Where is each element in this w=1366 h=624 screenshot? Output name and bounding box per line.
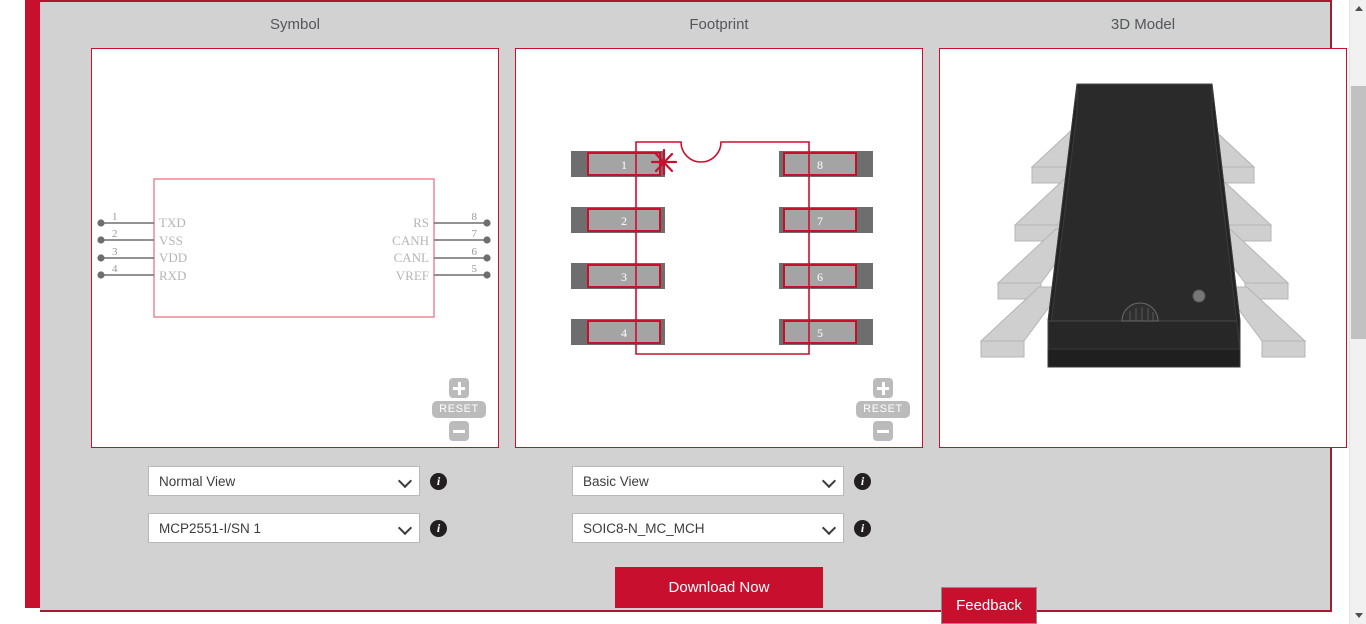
footprint-package-select[interactable]: SOIC8-N_MC_MCH [572, 513, 844, 543]
panel-header-symbol: Symbol [269, 16, 321, 33]
page-scrollbar[interactable] [1349, 0, 1366, 624]
footprint-view-info-icon[interactable]: i [854, 472, 871, 490]
zoom-reset-button[interactable]: RESET [432, 401, 486, 418]
footprint-package-info-icon[interactable]: i [854, 519, 871, 537]
symbol-pin-label: CANL [394, 250, 429, 265]
footprint-pad-number: 8 [817, 158, 823, 172]
footprint-package-select-row: SOIC8-N_MC_MCH i [572, 513, 871, 543]
symbol-viewer[interactable]: 1 2 3 4 TXD VSS VDD RXD 8 7 6 5 RS CANH … [91, 48, 499, 448]
symbol-pin-number: 6 [472, 246, 478, 258]
left-accent-bar [25, 0, 40, 608]
symbol-pin-number: 8 [472, 211, 478, 223]
footprint-pad-number: 7 [817, 214, 823, 228]
symbol-zoom-controls: RESET [428, 378, 490, 441]
symbol-pin-label: VREF [396, 268, 429, 283]
footprint-view-select-value: Basic View [583, 473, 649, 489]
panel-header-3d-model: 3D Model [1110, 16, 1176, 33]
footprint-pad-number: 3 [621, 270, 627, 284]
footprint-view-select-row: Basic View i [572, 466, 871, 496]
symbol-part-select-value: MCP2551-I/SN 1 [159, 520, 262, 536]
footprint-view-select[interactable]: Basic View [572, 466, 844, 496]
footprint-pad-number: 5 [817, 326, 823, 340]
symbol-pin-label: CANH [392, 233, 429, 248]
scroll-down-icon[interactable] [1350, 607, 1366, 624]
soic8-3d-model [979, 83, 1307, 368]
model-3d-viewer[interactable] [939, 48, 1347, 448]
chevron-down-icon [399, 475, 411, 487]
zoom-in-icon[interactable] [873, 378, 893, 398]
download-now-button[interactable]: Download Now [615, 567, 823, 608]
symbol-view-select-value: Normal View [159, 473, 236, 489]
footprint-pad-number: 1 [621, 158, 627, 172]
page-root: Symbol Footprint 3D Model 1 2 3 4 TXD VS… [0, 0, 1366, 624]
symbol-pin-label: VSS [159, 233, 183, 248]
symbol-view-select-row: Normal View i [148, 466, 447, 496]
zoom-in-icon[interactable] [449, 378, 469, 398]
chevron-down-icon [823, 475, 835, 487]
footprint-pad-number: 6 [817, 270, 823, 284]
footprint-zoom-controls: RESET [852, 378, 914, 441]
scroll-up-icon[interactable] [1350, 0, 1366, 17]
zoom-reset-button[interactable]: RESET [856, 401, 910, 418]
symbol-pin-number: 5 [472, 263, 478, 275]
chevron-down-icon [823, 522, 835, 534]
symbol-part-info-icon[interactable]: i [430, 519, 447, 537]
footprint-pad-number: 4 [621, 326, 627, 340]
feedback-tab[interactable]: Feedback [941, 587, 1037, 624]
chevron-down-icon [399, 522, 411, 534]
symbol-pin-label: RXD [159, 268, 186, 283]
symbol-part-select[interactable]: MCP2551-I/SN 1 [148, 513, 420, 543]
footprint-package-select-value: SOIC8-N_MC_MCH [583, 520, 705, 536]
zoom-out-icon[interactable] [449, 421, 469, 441]
symbol-pin-label: VDD [159, 250, 187, 265]
footprint-viewer[interactable]: 1 2 3 4 8 7 6 5 RESET [515, 48, 923, 448]
symbol-pin-label: RS [413, 215, 429, 230]
symbol-pin-number: 2 [112, 228, 118, 240]
scrollbar-thumb[interactable] [1351, 86, 1366, 339]
symbol-pin-number: 1 [112, 211, 118, 223]
symbol-pin-label: TXD [159, 215, 186, 230]
symbol-part-select-row: MCP2551-I/SN 1 i [148, 513, 447, 543]
footprint-pad-number: 2 [621, 214, 627, 228]
symbol-pin-number: 7 [472, 228, 478, 240]
symbol-pin-number: 4 [112, 263, 118, 275]
panel-header-footprint: Footprint [689, 16, 749, 33]
symbol-view-select[interactable]: Normal View [148, 466, 420, 496]
content-panel: Symbol Footprint 3D Model 1 2 3 4 TXD VS… [40, 0, 1347, 624]
zoom-out-icon[interactable] [873, 421, 893, 441]
symbol-view-info-icon[interactable]: i [430, 472, 447, 490]
symbol-pin-number: 3 [112, 246, 118, 258]
